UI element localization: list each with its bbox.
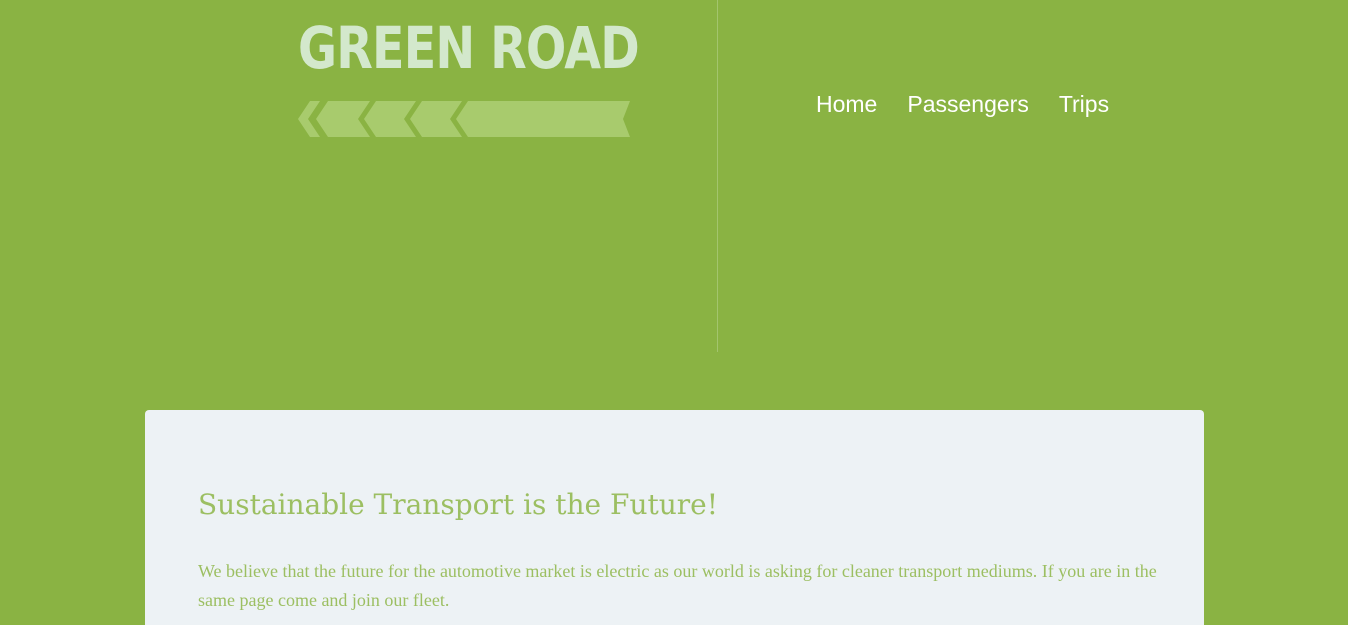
nav-trips-link[interactable]: Trips <box>1059 89 1109 119</box>
main-nav: Home Passengers Trips <box>816 89 1109 119</box>
header-divider <box>717 0 718 352</box>
nav-passengers-link[interactable]: Passengers <box>907 89 1028 119</box>
intro-card: Sustainable Transport is the Future! We … <box>145 410 1204 625</box>
brand-logo[interactable]: GREEN ROAD <box>298 14 640 137</box>
road-arrows-icon <box>298 101 630 137</box>
nav-home-link[interactable]: Home <box>816 89 877 119</box>
intro-heading: Sustainable Transport is the Future! <box>198 488 718 521</box>
brand-title: GREEN ROAD <box>298 14 640 82</box>
intro-text: We believe that the future for the autom… <box>198 561 1157 610</box>
